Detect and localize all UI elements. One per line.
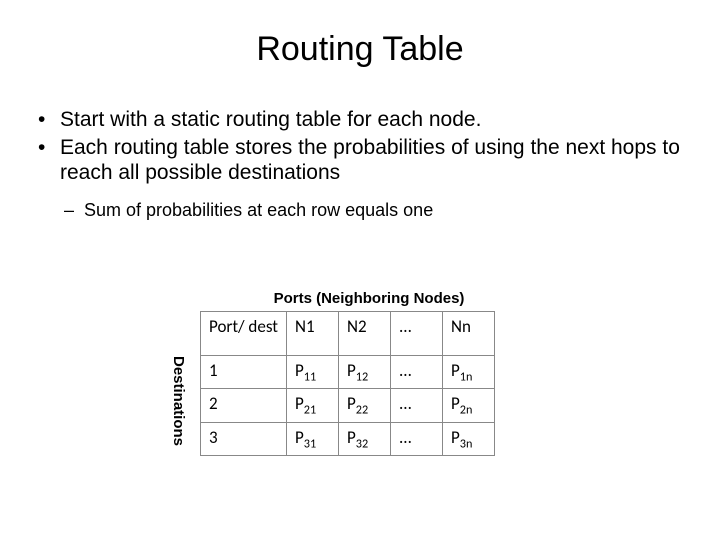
destinations-caption: Destinations	[170, 356, 187, 446]
bullet-item: Start with a static routing table for ea…	[38, 107, 692, 133]
corner-cell: Port/ dest	[201, 312, 287, 356]
sub-bullet-item: Sum of probabilities at each row equals …	[64, 200, 692, 221]
table-row: 1 P11 P12 ... P1n	[201, 356, 495, 389]
table-cell: P22	[338, 389, 390, 422]
routing-table: Port/ dest N1 N2 ... Nn 1 P11 P12 ... P1…	[200, 311, 495, 456]
bullet-list: Start with a static routing table for ea…	[38, 107, 692, 186]
table-header-row: Port/ dest N1 N2 ... Nn	[201, 312, 495, 356]
table-cell: ...	[390, 389, 442, 422]
table-cell: P2n	[442, 389, 494, 422]
table-row: 3 P31 P32 ... P3n	[201, 422, 495, 455]
table-cell: P32	[338, 422, 390, 455]
table-cell: P11	[286, 356, 338, 389]
row-header: 1	[201, 356, 287, 389]
table-cell: ...	[390, 356, 442, 389]
table-cell: P1n	[442, 356, 494, 389]
col-header: N2	[338, 312, 390, 356]
slide-title: Routing Table	[28, 30, 692, 69]
table-cell: P31	[286, 422, 338, 455]
table-cell: P3n	[442, 422, 494, 455]
col-header: ...	[390, 312, 442, 356]
table-row: 2 P21 P22 ... P2n	[201, 389, 495, 422]
table-cell: ...	[390, 422, 442, 455]
bullet-item: Each routing table stores the probabilit…	[38, 135, 692, 186]
table-cell: P12	[338, 356, 390, 389]
col-header: N1	[286, 312, 338, 356]
row-header: 2	[201, 389, 287, 422]
ports-caption: Ports (Neighboring Nodes)	[214, 290, 524, 307]
sub-bullet-list: Sum of probabilities at each row equals …	[64, 200, 692, 221]
routing-table-group: Ports (Neighboring Nodes) Destinations P…	[200, 290, 524, 456]
col-header: Nn	[442, 312, 494, 356]
row-header: 3	[201, 422, 287, 455]
table-cell: P21	[286, 389, 338, 422]
